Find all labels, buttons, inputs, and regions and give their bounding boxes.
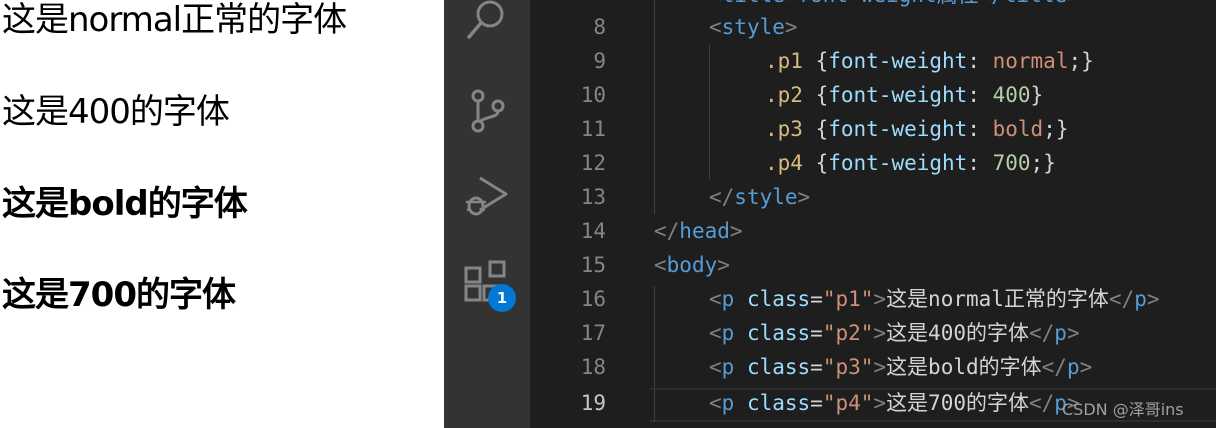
code-line-18: <p class="p3">这是bold的字体</p> bbox=[709, 355, 1093, 379]
csdn-watermark: CSDN @泽哥ins bbox=[1062, 400, 1184, 419]
extensions-badge: 1 bbox=[488, 284, 516, 312]
line-number: 12 bbox=[580, 151, 606, 175]
code-line-14: </head> bbox=[654, 219, 743, 243]
line-number: 14 bbox=[580, 219, 606, 243]
code-line-17: <p class="p2">这是400的字体</p> bbox=[709, 321, 1080, 345]
run-debug-icon[interactable] bbox=[462, 172, 512, 222]
search-icon[interactable] bbox=[462, 0, 512, 50]
line-number: 18 bbox=[580, 355, 606, 379]
line-number: 16 bbox=[580, 287, 606, 311]
preview-text-p2: 这是400的字体 bbox=[2, 92, 230, 132]
indent-guide bbox=[654, 286, 655, 422]
code-line-8: <style> bbox=[709, 15, 798, 39]
code-line-19: <p class="p4">这是700的字体</p> bbox=[709, 391, 1080, 415]
code-editor[interactable]: <title>font-weight属性</title> 8 9 10 11 1… bbox=[530, 0, 1216, 428]
code-line-12: .p4 {font-weight: 700;} bbox=[765, 151, 1056, 175]
line-number: 9 bbox=[593, 49, 606, 73]
line-number: 11 bbox=[580, 117, 606, 141]
line-number: 13 bbox=[580, 185, 606, 209]
indent-guide bbox=[654, 0, 655, 214]
code-line-9: .p1 {font-weight: normal;} bbox=[765, 49, 1094, 73]
activity-bar bbox=[444, 0, 530, 428]
code-line-13: </style> bbox=[709, 185, 811, 209]
code-line-15: <body> bbox=[654, 253, 730, 277]
preview-text-p1: 这是normal正常的字体 bbox=[2, 0, 347, 40]
preview-text-p4: 这是700的字体 bbox=[2, 275, 236, 315]
indent-guide bbox=[709, 44, 710, 180]
code-line-11: .p3 {font-weight: bold;} bbox=[765, 117, 1069, 141]
browser-preview: 这是normal正常的字体 这是400的字体 这是bold的字体 这是700的字… bbox=[0, 0, 444, 428]
line-number: 8 bbox=[593, 15, 606, 39]
line-number: 17 bbox=[580, 321, 606, 345]
line-number: 10 bbox=[580, 83, 606, 107]
source-control-icon[interactable] bbox=[462, 86, 512, 136]
line-number: 15 bbox=[580, 253, 606, 277]
line-number-active: 19 bbox=[580, 391, 606, 415]
code-line-16: <p class="p1">这是normal正常的字体</p> bbox=[709, 287, 1160, 311]
preview-text-p3: 这是bold的字体 bbox=[2, 184, 248, 224]
code-line-10: .p2 {font-weight: 400} bbox=[765, 83, 1044, 107]
